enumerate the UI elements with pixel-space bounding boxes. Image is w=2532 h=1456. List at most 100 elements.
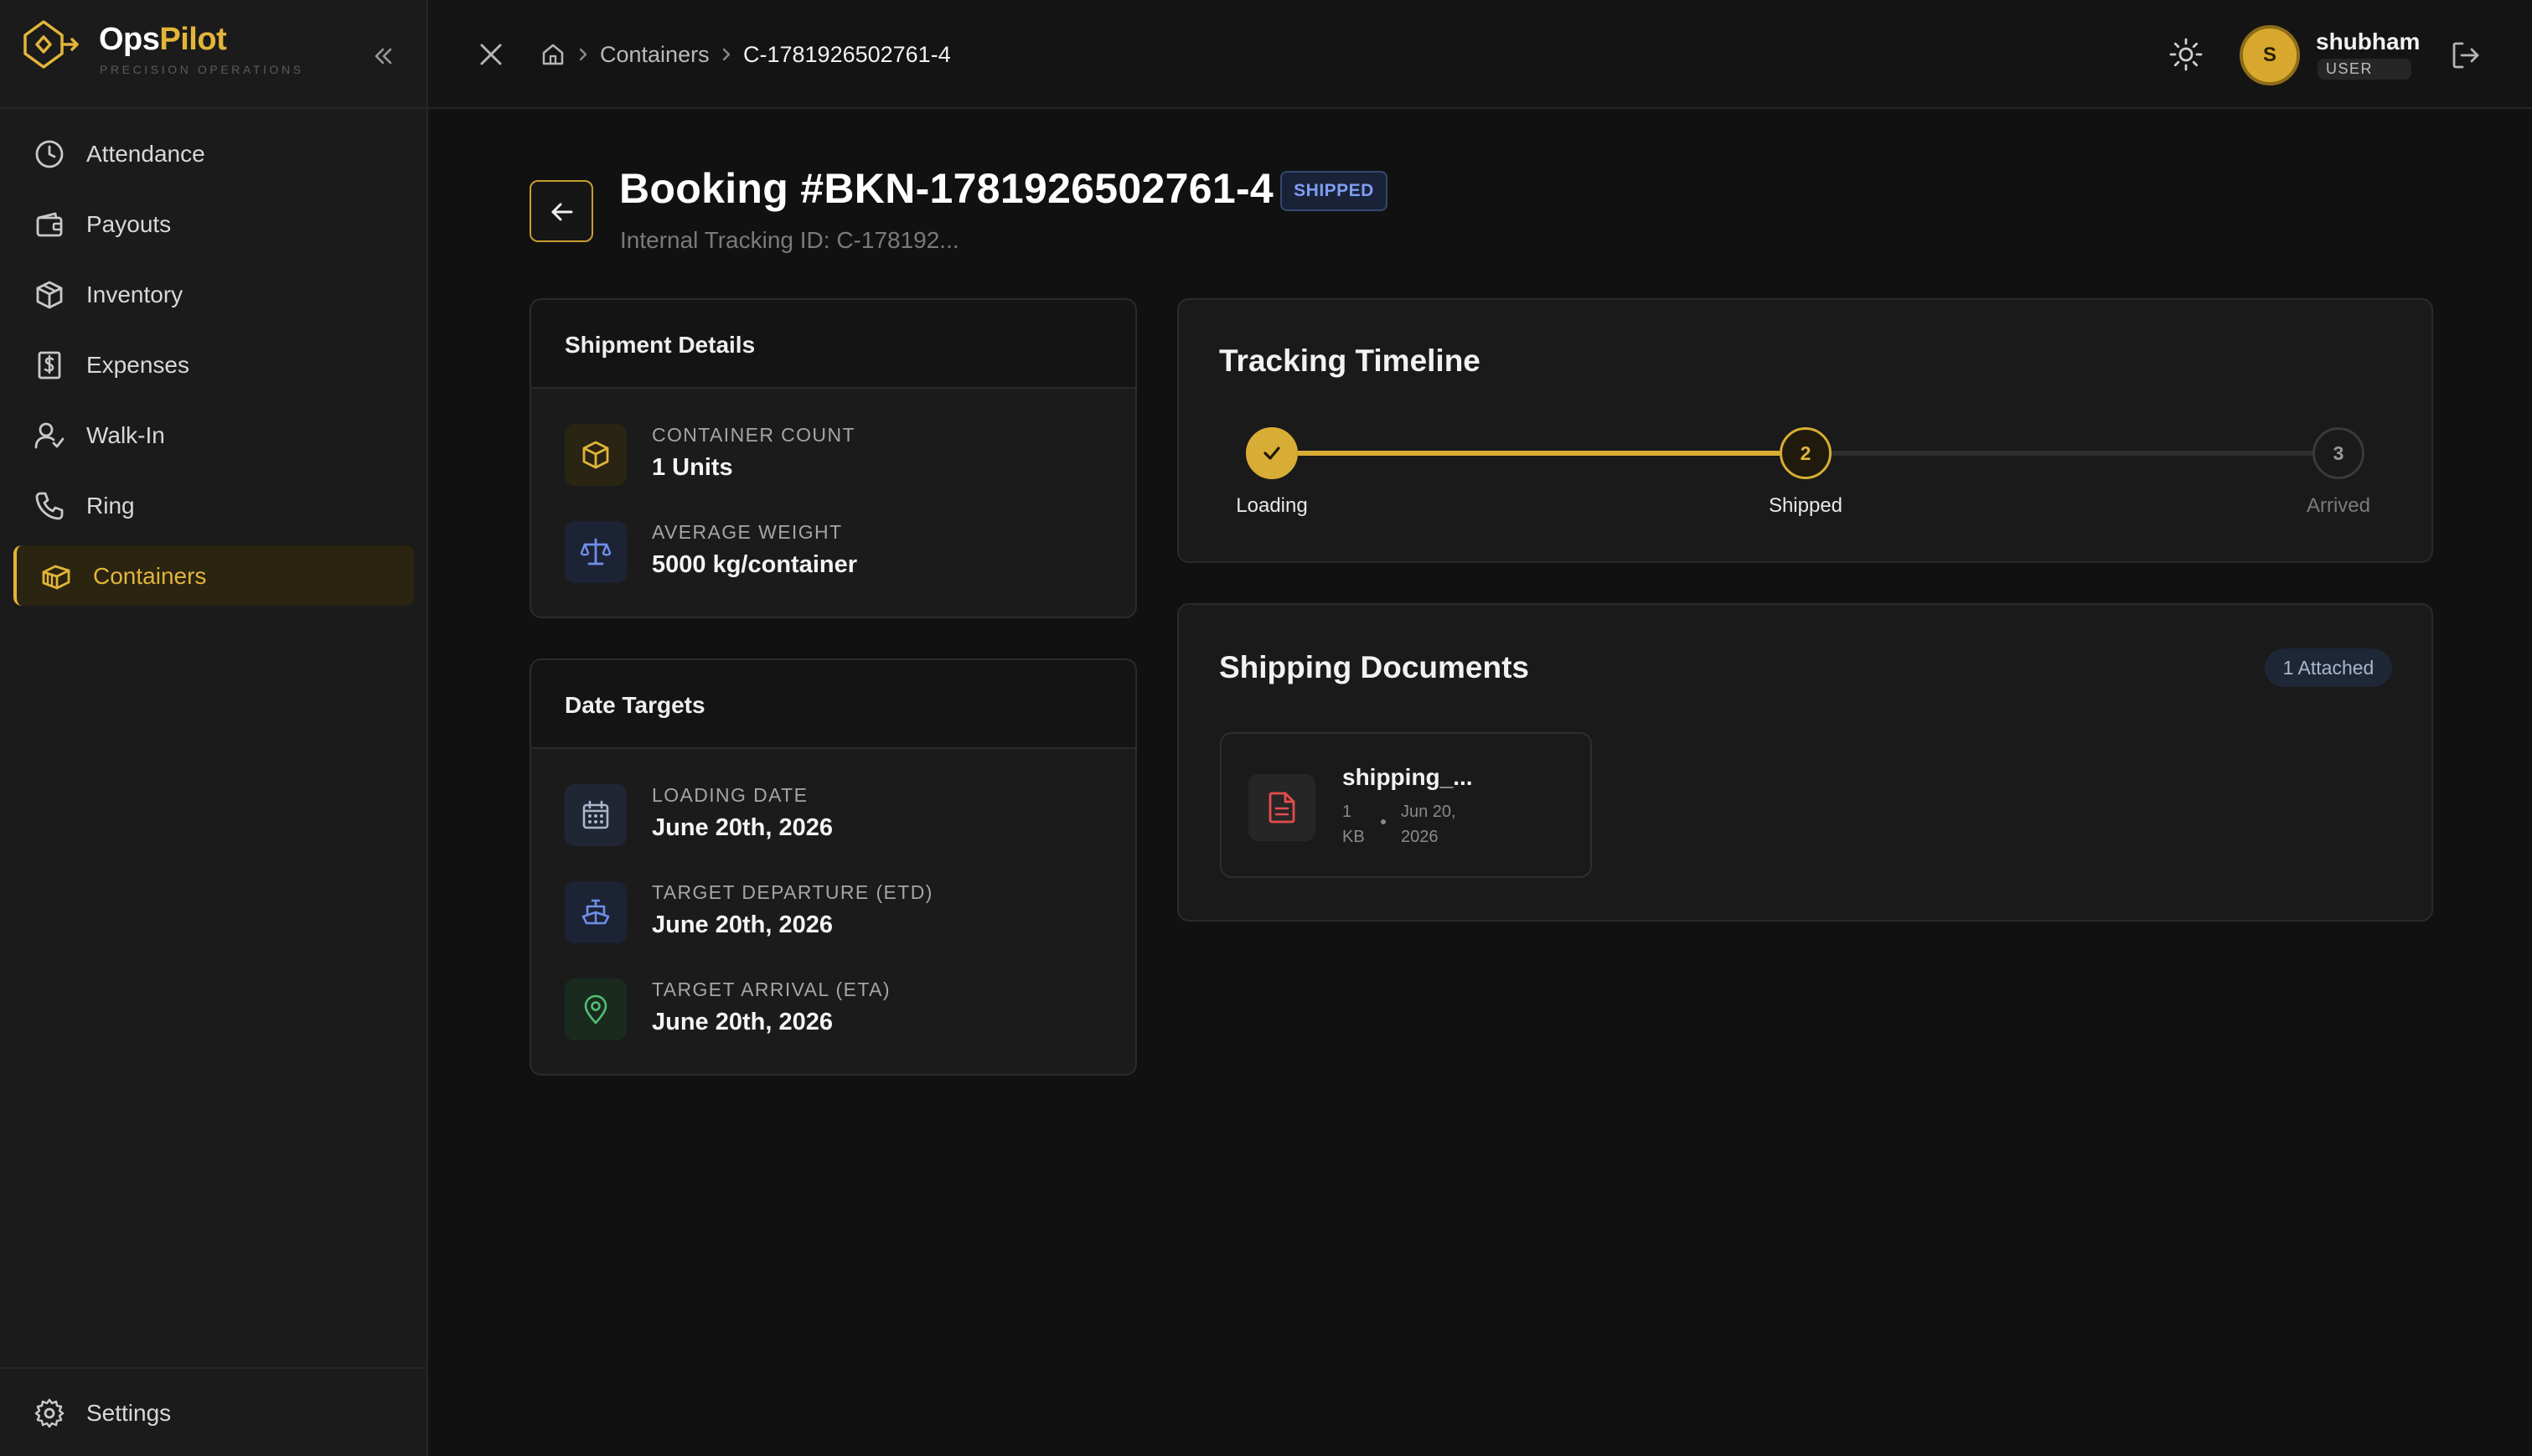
target-arrival-row: TARGET ARRIVAL (ETA) June 20th, 2026 — [565, 975, 1101, 1042]
info-label: TARGET DEPARTURE (ETD) — [652, 881, 933, 903]
wallet-icon — [36, 212, 63, 237]
timeline-step-label: Arrived — [2306, 494, 2371, 517]
timeline-step-arrived: 3 — [2312, 427, 2364, 479]
arrow-left-icon — [551, 203, 573, 221]
sun-icon[interactable] — [2168, 37, 2204, 72]
document-date-line2: 2026 — [1401, 828, 1439, 846]
document-size-value: 1 — [1342, 803, 1352, 821]
sidebar-item-walk-in[interactable]: Walk-In — [13, 405, 414, 465]
sidebar-item-label: Expenses — [86, 352, 189, 378]
card-header: Shipment Details — [531, 300, 1135, 389]
logo-icon — [23, 20, 79, 69]
sidebar-item-inventory[interactable]: Inventory — [13, 264, 414, 324]
sidebar-item-label: Payouts — [86, 211, 172, 237]
timeline-step-label: Shipped — [1768, 494, 1843, 517]
meta-separator — [1381, 819, 1386, 824]
receipt-icon — [38, 351, 61, 379]
chevron-right-icon — [722, 48, 731, 61]
icon-box — [565, 521, 627, 583]
brand-name-part2: Pilot — [159, 22, 227, 57]
loading-date-row: LOADING DATE June 20th, 2026 — [565, 781, 1101, 848]
app-root: OpsPilot PRECISION OPERATIONS Attendance… — [0, 0, 2532, 1456]
page-title: Booking #BKN-1781926502761-4 — [619, 165, 1274, 212]
package-icon — [36, 281, 63, 309]
target-departure-row: TARGET DEPARTURE (ETD) June 20th, 2026 — [565, 878, 1101, 945]
sidebar-item-attendance[interactable]: Attendance — [13, 123, 414, 183]
document-name: shipping_... — [1342, 764, 1473, 790]
document-size-unit: KB — [1342, 828, 1365, 846]
sidebar-item-label: Walk-In — [86, 422, 165, 448]
info-value: June 20th, 2026 — [652, 814, 833, 841]
scale-icon — [580, 538, 612, 565]
icon-box — [565, 881, 627, 943]
sidebar-item-label: Ring — [86, 493, 135, 519]
sidebar-item-label: Settings — [86, 1400, 172, 1426]
timeline-progress-pending — [1832, 451, 2315, 456]
map-pin-icon — [584, 994, 607, 1025]
sidebar-item-label: Inventory — [86, 281, 183, 307]
info-value: June 20th, 2026 — [652, 911, 833, 938]
timeline-step-loading — [1246, 427, 1298, 479]
back-button[interactable] — [530, 180, 593, 242]
calendar-icon — [582, 800, 609, 829]
brand-name: OpsPilot — [99, 22, 227, 58]
sidebar-header: OpsPilot PRECISION OPERATIONS — [0, 0, 426, 109]
user-check-icon — [34, 422, 65, 449]
breadcrumb-link-containers[interactable]: Containers — [600, 42, 710, 68]
icon-box — [565, 978, 627, 1040]
card-title: Date Targets — [565, 692, 705, 718]
document-item[interactable]: shipping_... 1 KB Jun 20, 2026 — [1220, 732, 1592, 878]
container-icon — [42, 565, 70, 590]
sidebar: OpsPilot PRECISION OPERATIONS Attendance… — [0, 0, 428, 1456]
card-title: Shipment Details — [565, 332, 756, 358]
document-size: 1 KB — [1342, 799, 1365, 849]
breadcrumb-current: C-1781926502761-4 — [743, 42, 951, 67]
timeline-step-shipped: 2 — [1780, 427, 1832, 479]
sidebar-item-containers[interactable]: Containers — [13, 545, 414, 606]
attached-count-badge: 1 Attached — [2265, 648, 2392, 687]
date-targets-card: Date Targets LOADING DATE June 20th, 202… — [530, 658, 1137, 1076]
timeline-step-label: Loading — [1236, 494, 1308, 517]
close-icon[interactable] — [475, 39, 507, 70]
info-value: 1 Units — [652, 454, 733, 481]
info-value: June 20th, 2026 — [652, 1009, 833, 1035]
document-date-line1: Jun 20, — [1401, 803, 1456, 821]
user-role-badge: USER — [2318, 59, 2411, 80]
document-date: Jun 20, 2026 — [1401, 799, 1456, 849]
chevron-right-icon — [579, 48, 587, 61]
avatar[interactable]: S — [2240, 25, 2300, 85]
file-text-icon — [1269, 792, 1295, 824]
icon-box — [565, 784, 627, 846]
info-label: LOADING DATE — [652, 784, 809, 806]
home-icon[interactable] — [540, 42, 566, 67]
logout-icon[interactable] — [2449, 39, 2483, 72]
container-count-row: CONTAINER COUNT 1 Units — [565, 421, 1101, 488]
info-label: TARGET ARRIVAL (ETA) — [652, 978, 891, 1000]
document-icon-box — [1248, 774, 1315, 841]
brand-tagline: PRECISION OPERATIONS — [100, 63, 304, 76]
info-value: 5000 kg/container — [652, 551, 857, 578]
info-label: AVERAGE WEIGHT — [652, 521, 843, 543]
topbar: Containers C-1781926502761-4 S shubham U… — [428, 0, 2532, 109]
average-weight-row: AVERAGE WEIGHT 5000 kg/container — [565, 518, 1101, 585]
brand-name-part1: Ops — [99, 22, 160, 57]
clock-icon — [35, 140, 64, 168]
shipment-details-card: Shipment Details CONTAINER COUNT 1 Units — [530, 298, 1137, 618]
sidebar-item-label: Containers — [93, 563, 207, 589]
phone-icon — [35, 492, 64, 520]
icon-box — [565, 424, 627, 486]
sidebar-item-payouts[interactable]: Payouts — [13, 194, 414, 254]
sidebar-item-settings[interactable]: Settings — [13, 1382, 414, 1443]
info-label: CONTAINER COUNT — [652, 424, 855, 446]
timeline-progress-complete — [1298, 451, 1781, 456]
user-name: shubham — [2316, 28, 2421, 54]
sidebar-item-label: Attendance — [86, 141, 205, 167]
ship-icon — [581, 899, 610, 925]
sidebar-item-ring[interactable]: Ring — [13, 475, 414, 535]
gear-icon — [34, 1398, 65, 1428]
panel-title: Tracking Timeline — [1219, 343, 1480, 378]
sidebar-item-expenses[interactable]: Expenses — [13, 334, 414, 395]
collapse-sidebar-icon[interactable] — [369, 42, 397, 70]
box-icon — [582, 441, 609, 469]
tracking-id-subtitle: Internal Tracking ID: C-178192... — [620, 227, 959, 253]
